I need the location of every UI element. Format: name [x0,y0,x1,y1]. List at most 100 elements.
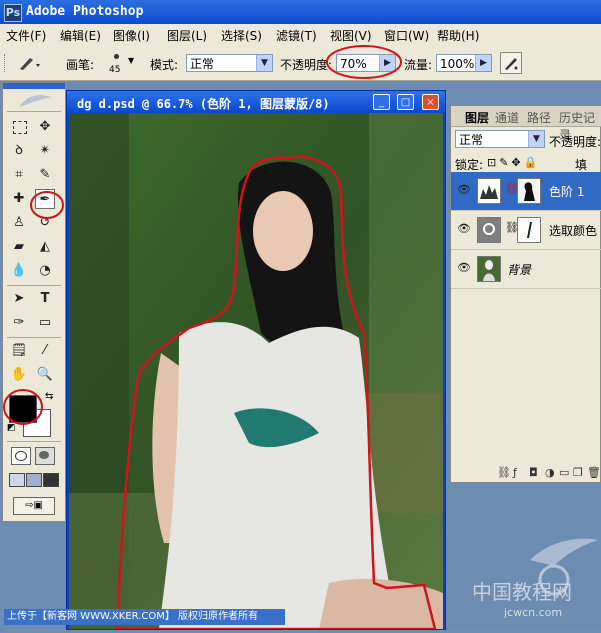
options-bar: 画笔: 45 ▼ 模式: 正常 ▼ 不透明度: 70% ▶ 流量: 100% ▶ [0,46,601,81]
magic-wand-tool-icon[interactable]: ✴ [35,141,55,161]
menu-edit[interactable]: 编辑(E) [60,27,101,44]
airbrush-icon [505,58,518,70]
close-icon[interactable]: × [422,94,439,110]
menu-bar: 文件(F) 编辑(E) 图像(I) 图层(L) 选择(S) 滤镜(T) 视图(V… [0,24,601,47]
eraser-tool-icon[interactable]: ▰ [9,237,29,257]
brush-size-picker[interactable]: 45 ▼ [106,52,134,78]
chevron-right-icon[interactable]: ▶ [379,55,395,71]
shape-tool-icon[interactable]: ▭ [35,313,55,333]
layer-mask-thumbnail-icon[interactable] [517,217,541,243]
layer-name: 色阶 1 [549,185,585,199]
menu-window[interactable]: 窗口(W) [384,27,429,44]
screen-mode-standard-icon[interactable] [9,473,25,487]
eyedropper-tool-icon[interactable]: ⁄ [35,341,55,361]
menu-view[interactable]: 视图(V) [330,27,372,44]
move-tool-icon[interactable]: ✥ [35,117,55,137]
screen-mode-full-icon[interactable] [43,473,59,487]
layer-mask-thumbnail-icon[interactable] [517,178,541,204]
minimize-icon[interactable]: _ [373,94,390,110]
notes-tool-icon[interactable]: 🗒 [9,341,29,361]
layer-panel-footer: ⛓ ƒ ◘ ◑ ▭ ❐ 🗑 [451,464,601,482]
blend-mode-select[interactable]: 正常 ▼ [455,130,545,148]
brush-size-value: 45 [109,65,121,75]
blend-mode-value: 正常 [459,133,484,147]
healing-brush-tool-icon[interactable]: ✚ [9,189,29,209]
watermark: 中国教程网 jcwcn.com [470,530,601,630]
chevron-down-icon: ▼ [128,56,135,65]
pen-tool-icon[interactable]: ✑ [9,313,29,333]
quick-mask-mode-icon[interactable] [35,447,55,465]
tab-layers[interactable]: 图层 [465,109,489,126]
type-tool-icon[interactable]: T [35,289,55,309]
lasso-tool-icon[interactable]: ꝺ [9,141,29,161]
chevron-right-icon[interactable]: ▶ [475,55,491,71]
menu-select[interactable]: 选择(S) [221,27,262,44]
default-colors-icon[interactable]: ◩ [7,423,16,433]
link-layers-icon[interactable]: ⛓ [497,466,511,479]
jump-to-imageready-icon[interactable]: ⇨▣ [13,497,55,515]
crop-tool-icon[interactable]: ⌗ [9,165,29,185]
layer-name: 背景 [507,263,532,277]
trash-icon[interactable]: 🗑 [587,466,601,479]
upload-credit-bar: 上传于【新客网 WWW.XKER.COM】 版权归原作者所有 [4,609,285,625]
opacity-value: 70% [340,57,367,71]
airbrush-button[interactable] [500,52,522,74]
path-selection-tool-icon[interactable]: ➤ [9,289,29,309]
document-title-bar[interactable]: dg d.psd @ 66.7% (色阶 1, 图层蒙版/8) _ □ × [67,91,445,113]
eye-icon[interactable]: 👁 [457,223,471,235]
lock-icons[interactable]: ⊡✎✥🔒 [487,156,540,169]
slice-tool-icon[interactable]: ✎ [35,165,55,185]
standard-mode-icon[interactable] [11,447,31,465]
tab-paths[interactable]: 路径 [527,109,551,126]
maximize-icon[interactable]: □ [397,94,414,110]
eye-icon[interactable]: 👁 [457,184,471,196]
flow-input[interactable]: 100% ▶ [436,54,492,72]
menu-image[interactable]: 图像(I) [113,27,150,44]
background-thumbnail-icon [477,256,501,282]
opacity-input[interactable]: 70% ▶ [336,54,396,72]
screen-mode-menu-icon[interactable] [26,473,42,487]
zoom-tool-icon[interactable]: 🔍 [35,365,55,385]
new-group-icon[interactable]: ▭ [559,466,569,479]
clone-stamp-tool-icon[interactable]: ♙ [9,213,29,233]
add-mask-icon[interactable]: ◘ [529,466,538,479]
brush-preset-icon[interactable] [16,54,44,72]
adjustment-layer-icon[interactable]: ◑ [545,466,555,479]
hand-tool-icon[interactable]: ✋ [9,365,29,385]
image-canvas[interactable] [69,113,443,629]
swap-colors-icon[interactable]: ⇆ [45,391,53,402]
document-window: dg d.psd @ 66.7% (色阶 1, 图层蒙版/8) _ □ × [66,90,446,630]
menu-filter[interactable]: 滤镜(T) [276,27,317,44]
eye-icon[interactable]: 👁 [457,262,471,274]
toolbox: ✥ ꝺ ✴ ⌗ ✎ ✚ ✒ ♙ ↺ ▰ ◭ 💧 ◔ ➤ T ✑ ▭ 🗒 ⁄ ✋ … [2,82,66,522]
brush-label: 画笔: [66,58,95,72]
layer-row-selective-color[interactable]: 👁 ⛓ 选取颜色 [451,211,601,250]
flow-value: 100% [440,57,475,71]
panel-tabs: 图层 通道 路径 历史记录 [451,106,601,142]
marquee-tool-icon[interactable] [9,117,29,137]
history-brush-tool-icon[interactable]: ↺ [35,213,55,233]
chevron-down-icon: ▼ [256,55,272,71]
brush-tool-icon[interactable]: ✒ [35,189,55,209]
layer-row-background[interactable]: 👁 背景 [451,250,601,289]
fx-icon[interactable]: ƒ [513,466,517,479]
watermark-text: 中国教程网 [472,580,572,604]
dodge-tool-icon[interactable]: ◔ [35,261,55,281]
blur-tool-icon[interactable]: 💧 [9,261,29,281]
paint-bucket-tool-icon[interactable]: ◭ [35,237,55,257]
new-layer-icon[interactable]: ❐ [573,466,583,479]
mode-select[interactable]: 正常 ▼ [186,54,273,72]
watermark-url: jcwcn.com [504,606,563,619]
menu-layer[interactable]: 图层(L) [167,27,207,44]
chevron-down-icon: ▼ [528,131,544,147]
tab-channels[interactable]: 通道 [495,109,519,126]
menu-help[interactable]: 帮助(H) [437,27,479,44]
foreground-color-swatch-top[interactable] [9,395,37,423]
opacity-label: 不透明度: [280,58,333,72]
app-title: Adobe Photoshop [26,4,144,19]
toolbox-header[interactable] [3,83,65,89]
layer-row-levels[interactable]: 👁 ⛓ 色阶 1 [451,172,601,211]
menu-file[interactable]: 文件(F) [6,27,46,44]
brush-tip-icon [114,54,119,59]
feather-logo-icon [19,95,51,107]
